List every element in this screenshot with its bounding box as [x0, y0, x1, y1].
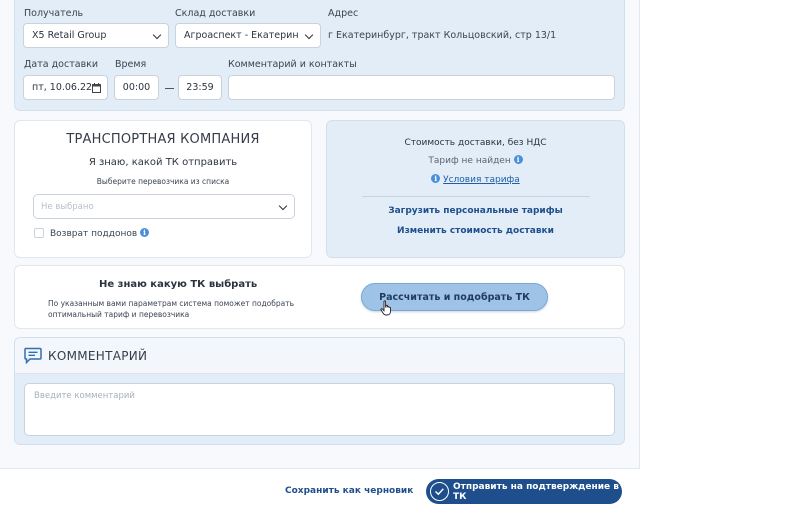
date-label: Дата доставки — [24, 59, 99, 70]
footer-bar: Сохранить как черновик Отправить на подт… — [0, 468, 640, 510]
return-pallets-checkbox[interactable] — [34, 228, 44, 238]
recipient-select[interactable]: X5 Retail Group — [23, 23, 169, 48]
comment-contacts-label: Комментарий и контакты — [228, 59, 357, 70]
info-icon[interactable]: i — [513, 155, 523, 164]
chevron-down-icon — [278, 201, 288, 211]
info-icon[interactable]: i — [140, 228, 150, 237]
comment-section: КОММЕНТАРИЙ Введите комментарий — [14, 337, 625, 445]
comment-textarea[interactable]: Введите комментарий — [24, 383, 615, 436]
tariff-not-found-row: Тариф не найден i — [327, 155, 624, 166]
time-to-input[interactable]: 23:59 — [178, 75, 222, 100]
comment-placeholder: Введите комментарий — [34, 391, 135, 401]
time-range-dash — [165, 88, 174, 89]
delivery-cost-card: Стоимость доставки, без НДС Тариф не най… — [326, 120, 625, 258]
save-draft-link[interactable]: Сохранить как черновик — [285, 486, 413, 496]
comment-title: КОММЕНТАРИЙ — [48, 349, 148, 363]
transport-company-card: ТРАНСПОРТНАЯ КОМПАНИЯ Я знаю, какой ТК о… — [14, 120, 312, 258]
recipient-value: X5 Retail Group — [32, 30, 107, 41]
submit-label: Отправить на подтверждение в ТК — [453, 481, 619, 502]
choose-carrier-title: Не знаю какую ТК выбрать — [99, 279, 258, 290]
time-from-value: 00:00 — [122, 82, 151, 93]
time-from-input[interactable]: 00:00 — [114, 75, 159, 100]
choose-carrier-card: Не знаю какую ТК выбрать По указанным ва… — [14, 265, 625, 329]
time-label: Время — [115, 59, 147, 70]
address-label: Адрес — [328, 8, 359, 19]
chevron-down-icon — [152, 30, 162, 40]
transport-hint: Выберите перевозчика из списка — [96, 177, 230, 186]
transport-subtitle: Я знаю, какой ТК отправить — [88, 157, 238, 168]
carrier-select[interactable]: Не выбрано — [33, 194, 295, 219]
recipient-label: Получатель — [24, 8, 84, 19]
delivery-panel: Получатель X5 Retail Group Склад доставк… — [14, 0, 625, 111]
comment-header: КОММЕНТАРИЙ — [15, 338, 624, 374]
calendar-icon[interactable] — [92, 83, 101, 93]
date-input[interactable]: пт, 10.06.22 — [23, 75, 108, 100]
warehouse-label: Склад доставки — [175, 8, 256, 19]
hand-pointer-icon — [380, 300, 391, 316]
tariff-not-found: Тариф не найден — [428, 156, 511, 166]
date-value: пт, 10.06.22 — [32, 82, 93, 93]
warehouse-select[interactable]: Агроаспект - Екатеринбу... — [175, 23, 321, 48]
address-value: г Екатеринбург, тракт Кольцовский, стр 1… — [328, 30, 557, 41]
return-pallets-row: Возврат поддонов i — [50, 228, 150, 239]
info-icon: i — [431, 174, 441, 183]
chat-icon — [24, 347, 42, 364]
carrier-select-placeholder: Не выбрано — [41, 201, 94, 212]
transport-title: ТРАНСПОРТНАЯ КОМПАНИЯ — [66, 132, 260, 147]
divider — [362, 196, 590, 197]
cost-title: Стоимость доставки, без НДС — [404, 138, 547, 148]
order-form: Получатель X5 Retail Group Склад доставк… — [0, 0, 640, 510]
submit-button[interactable]: Отправить на подтверждение в ТК — [426, 479, 622, 504]
change-cost-link[interactable]: Изменить стоимость доставки — [327, 226, 624, 236]
upload-tariffs-link[interactable]: Загрузить персональные тарифы — [327, 206, 624, 216]
check-circle-icon — [430, 482, 449, 501]
tariff-terms-link[interactable]: i Условия тарифа — [327, 174, 624, 185]
time-to-value: 23:59 — [186, 82, 214, 93]
tariff-terms-label: Условия тарифа — [443, 175, 520, 185]
choose-carrier-description: По указанным вами параметрам система пом… — [48, 299, 295, 319]
return-pallets-label: Возврат поддонов — [50, 229, 138, 239]
comment-contacts-input[interactable] — [228, 75, 615, 100]
chevron-down-icon — [304, 30, 314, 40]
warehouse-value: Агроаспект - Екатеринбу... — [184, 30, 298, 41]
